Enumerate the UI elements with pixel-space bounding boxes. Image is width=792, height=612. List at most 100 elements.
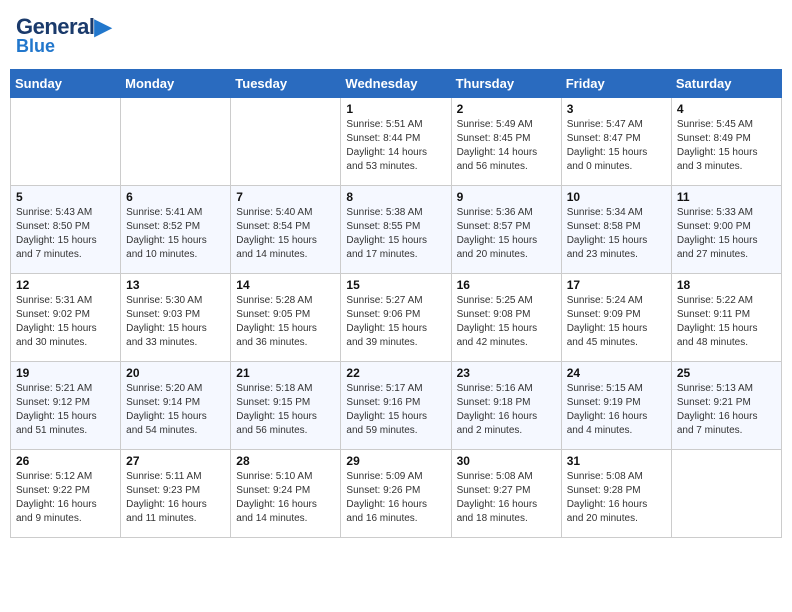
day-info: Sunrise: 5:15 AM Sunset: 9:19 PM Dayligh…	[567, 382, 666, 438]
day-number: 5	[16, 190, 115, 204]
week-row-1: 1 Sunrise: 5:51 AM Sunset: 8:44 PM Daylig…	[11, 98, 782, 186]
day-info: Sunrise: 5:25 AM Sunset: 9:08 PM Dayligh…	[457, 294, 556, 350]
day-number: 30	[457, 454, 556, 468]
day-number: 31	[567, 454, 666, 468]
calendar-cell: 6 Sunrise: 5:41 AM Sunset: 8:52 PM Daylig…	[121, 186, 231, 274]
calendar-table: SundayMondayTuesdayWednesdayThursdayFrid…	[10, 69, 782, 538]
calendar-cell: 29 Sunrise: 5:09 AM Sunset: 9:26 PM Dayli…	[341, 450, 451, 538]
calendar-cell: 26 Sunrise: 5:12 AM Sunset: 9:22 PM Dayli…	[11, 450, 121, 538]
calendar-cell: 24 Sunrise: 5:15 AM Sunset: 9:19 PM Dayli…	[561, 362, 671, 450]
calendar-cell: 22Sunrise: 5:17 AM Sunset: 9:16 PM Dayli…	[341, 362, 451, 450]
day-info: Sunrise: 5:08 AM Sunset: 9:28 PM Dayligh…	[567, 470, 666, 526]
calendar-cell: 1 Sunrise: 5:51 AM Sunset: 8:44 PM Daylig…	[341, 98, 451, 186]
day-info: Sunrise: 5:45 AM Sunset: 8:49 PM Dayligh…	[677, 118, 776, 174]
day-info: Sunrise: 5:30 AM Sunset: 9:03 PM Dayligh…	[126, 294, 225, 350]
calendar-cell	[671, 450, 781, 538]
day-number: 23	[457, 366, 556, 380]
day-number: 9	[457, 190, 556, 204]
day-number: 16	[457, 278, 556, 292]
day-info: Sunrise: 5:43 AM Sunset: 8:50 PM Dayligh…	[16, 206, 115, 262]
day-info: Sunrise: 5:33 AM Sunset: 9:00 PM Dayligh…	[677, 206, 776, 262]
calendar-cell: 14Sunrise: 5:28 AM Sunset: 9:05 PM Dayli…	[231, 274, 341, 362]
day-info: Sunrise: 5:16 AM Sunset: 9:18 PM Dayligh…	[457, 382, 556, 438]
day-info: Sunrise: 5:24 AM Sunset: 9:09 PM Dayligh…	[567, 294, 666, 350]
day-info: Sunrise: 5:41 AM Sunset: 8:52 PM Dayligh…	[126, 206, 225, 262]
day-info: Sunrise: 5:49 AM Sunset: 8:45 PM Dayligh…	[457, 118, 556, 174]
day-number: 10	[567, 190, 666, 204]
day-number: 14	[236, 278, 335, 292]
day-info: Sunrise: 5:31 AM Sunset: 9:02 PM Dayligh…	[16, 294, 115, 350]
day-number: 27	[126, 454, 225, 468]
weekday-header-thursday: Thursday	[451, 70, 561, 98]
day-info: Sunrise: 5:36 AM Sunset: 8:57 PM Dayligh…	[457, 206, 556, 262]
day-info: Sunrise: 5:27 AM Sunset: 9:06 PM Dayligh…	[346, 294, 445, 350]
calendar-cell	[231, 98, 341, 186]
day-number: 8	[346, 190, 445, 204]
day-info: Sunrise: 5:38 AM Sunset: 8:55 PM Dayligh…	[346, 206, 445, 262]
week-row-3: 12 Sunrise: 5:31 AM Sunset: 9:02 PM Dayli…	[11, 274, 782, 362]
calendar-cell: 18 Sunrise: 5:22 AM Sunset: 9:11 PM Dayli…	[671, 274, 781, 362]
calendar-cell: 19 Sunrise: 5:21 AM Sunset: 9:12 PM Dayli…	[11, 362, 121, 450]
day-number: 20	[126, 366, 225, 380]
calendar-cell: 10 Sunrise: 5:34 AM Sunset: 8:58 PM Dayli…	[561, 186, 671, 274]
calendar-cell	[11, 98, 121, 186]
calendar-cell: 9 Sunrise: 5:36 AM Sunset: 8:57 PM Daylig…	[451, 186, 561, 274]
day-info: Sunrise: 5:09 AM Sunset: 9:26 PM Dayligh…	[346, 470, 445, 526]
day-number: 28	[236, 454, 335, 468]
day-number: 29	[346, 454, 445, 468]
weekday-header-tuesday: Tuesday	[231, 70, 341, 98]
header: General▶ Blue	[10, 10, 782, 61]
calendar-cell: 3Sunrise: 5:47 AM Sunset: 8:47 PM Daylig…	[561, 98, 671, 186]
day-number: 26	[16, 454, 115, 468]
day-info: Sunrise: 5:21 AM Sunset: 9:12 PM Dayligh…	[16, 382, 115, 438]
logo-subtext: Blue	[16, 36, 55, 57]
day-number: 4	[677, 102, 776, 116]
day-info: Sunrise: 5:08 AM Sunset: 9:27 PM Dayligh…	[457, 470, 556, 526]
day-number: 18	[677, 278, 776, 292]
week-row-2: 5 Sunrise: 5:43 AM Sunset: 8:50 PM Daylig…	[11, 186, 782, 274]
calendar-cell: 12 Sunrise: 5:31 AM Sunset: 9:02 PM Dayli…	[11, 274, 121, 362]
calendar-cell: 17 Sunrise: 5:24 AM Sunset: 9:09 PM Dayli…	[561, 274, 671, 362]
day-number: 17	[567, 278, 666, 292]
day-number: 24	[567, 366, 666, 380]
day-info: Sunrise: 5:22 AM Sunset: 9:11 PM Dayligh…	[677, 294, 776, 350]
calendar-cell: 2 Sunrise: 5:49 AM Sunset: 8:45 PM Daylig…	[451, 98, 561, 186]
day-number: 11	[677, 190, 776, 204]
day-info: Sunrise: 5:47 AM Sunset: 8:47 PM Dayligh…	[567, 118, 666, 174]
day-info: Sunrise: 5:12 AM Sunset: 9:22 PM Dayligh…	[16, 470, 115, 526]
day-number: 15	[346, 278, 445, 292]
day-number: 25	[677, 366, 776, 380]
day-number: 2	[457, 102, 556, 116]
logo: General▶ Blue	[16, 14, 111, 57]
day-info: Sunrise: 5:40 AM Sunset: 8:54 PM Dayligh…	[236, 206, 335, 262]
weekday-header-saturday: Saturday	[671, 70, 781, 98]
day-number: 7	[236, 190, 335, 204]
weekday-header-friday: Friday	[561, 70, 671, 98]
calendar-cell: 28Sunrise: 5:10 AM Sunset: 9:24 PM Dayli…	[231, 450, 341, 538]
day-number: 6	[126, 190, 225, 204]
calendar-cell: 11 Sunrise: 5:33 AM Sunset: 9:00 PM Dayli…	[671, 186, 781, 274]
weekday-header-sunday: Sunday	[11, 70, 121, 98]
day-info: Sunrise: 5:18 AM Sunset: 9:15 PM Dayligh…	[236, 382, 335, 438]
week-row-5: 26 Sunrise: 5:12 AM Sunset: 9:22 PM Dayli…	[11, 450, 782, 538]
calendar-cell: 8 Sunrise: 5:38 AM Sunset: 8:55 PM Daylig…	[341, 186, 451, 274]
day-info: Sunrise: 5:17 AM Sunset: 9:16 PM Dayligh…	[346, 382, 445, 438]
calendar-cell: 25 Sunrise: 5:13 AM Sunset: 9:21 PM Dayli…	[671, 362, 781, 450]
calendar-cell: 7 Sunrise: 5:40 AM Sunset: 8:54 PM Daylig…	[231, 186, 341, 274]
day-info: Sunrise: 5:11 AM Sunset: 9:23 PM Dayligh…	[126, 470, 225, 526]
calendar-cell: 5 Sunrise: 5:43 AM Sunset: 8:50 PM Daylig…	[11, 186, 121, 274]
week-row-4: 19 Sunrise: 5:21 AM Sunset: 9:12 PM Dayli…	[11, 362, 782, 450]
calendar-cell	[121, 98, 231, 186]
day-info: Sunrise: 5:34 AM Sunset: 8:58 PM Dayligh…	[567, 206, 666, 262]
day-number: 19	[16, 366, 115, 380]
day-info: Sunrise: 5:13 AM Sunset: 9:21 PM Dayligh…	[677, 382, 776, 438]
calendar-cell: 20Sunrise: 5:20 AM Sunset: 9:14 PM Dayli…	[121, 362, 231, 450]
calendar-cell: 16 Sunrise: 5:25 AM Sunset: 9:08 PM Dayli…	[451, 274, 561, 362]
calendar-cell: 30 Sunrise: 5:08 AM Sunset: 9:27 PM Dayli…	[451, 450, 561, 538]
day-number: 21	[236, 366, 335, 380]
day-number: 12	[16, 278, 115, 292]
day-info: Sunrise: 5:51 AM Sunset: 8:44 PM Dayligh…	[346, 118, 445, 174]
calendar-cell: 27 Sunrise: 5:11 AM Sunset: 9:23 PM Dayli…	[121, 450, 231, 538]
day-number: 1	[346, 102, 445, 116]
calendar-cell: 23 Sunrise: 5:16 AM Sunset: 9:18 PM Dayli…	[451, 362, 561, 450]
